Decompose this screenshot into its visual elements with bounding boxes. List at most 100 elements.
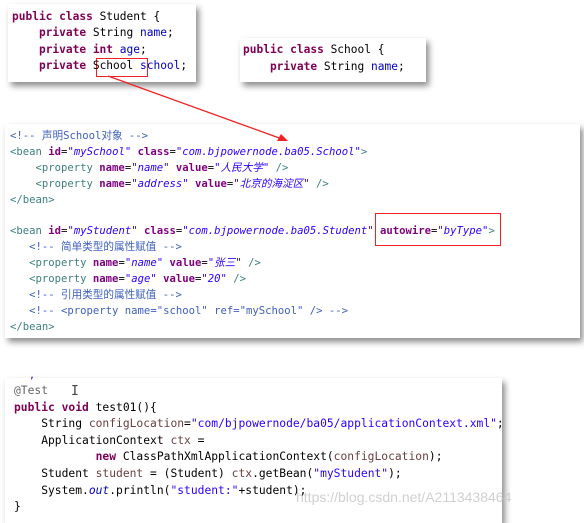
code-token: "com.bjpowernode.ba05.School" — [175, 145, 361, 158]
code-token: private int — [12, 42, 120, 56]
code-token: "student:" — [170, 483, 239, 497]
code-token: student — [95, 467, 144, 480]
code-line: private int age; — [12, 42, 147, 58]
code-token: <bean — [10, 225, 49, 238]
code-token: Student — [14, 467, 96, 480]
code-token: ; — [397, 59, 405, 73]
code-token: "myStudent" — [313, 467, 389, 480]
code-token: /> — [233, 273, 247, 286]
code-line: <!-- 声明School对象 --> — [10, 128, 148, 144]
code-line: @Test — [14, 383, 48, 399]
code-token: private — [12, 26, 93, 40]
code-token: } — [14, 500, 21, 514]
code-token: public class — [243, 43, 331, 56]
code-line: <bean id="myStudent" class="com.bjpowern… — [10, 223, 495, 239]
code-token: ; — [180, 58, 188, 72]
code-token: "mySchool" — [67, 145, 138, 158]
code-token: name — [99, 177, 125, 190]
code-token: System. — [14, 483, 89, 497]
code-token: value — [194, 177, 227, 190]
code-token: configLocation — [88, 417, 185, 431]
code-token: value — [175, 161, 208, 174]
code-token: String — [92, 26, 140, 40]
code-line: <!-- <property name="school" ref="myScho… — [10, 303, 348, 319]
code-token: = (Student) — [143, 467, 232, 480]
code-token: test01(){ — [95, 400, 157, 414]
code-token: .println( — [109, 483, 171, 497]
code-token: <!-- <property name="school" ref="myScho… — [10, 304, 349, 317]
code-token: ; — [140, 42, 147, 56]
code-line: public class School { — [243, 42, 384, 58]
code-token: name — [92, 273, 119, 286]
code-token: Student { — [99, 10, 161, 23]
code-token: ; — [166, 26, 174, 40]
code-token: ); — [428, 450, 443, 464]
code-token: name — [370, 59, 398, 73]
code-token: ApplicationContext — [14, 433, 171, 447]
code-token: @Test — [14, 384, 49, 397]
code-token: "com.bjpowernode.ba05.Student" — [182, 225, 380, 238]
code-token: name — [92, 257, 119, 270]
code-token: "byType" — [437, 225, 489, 238]
code-token: +student); — [238, 483, 307, 497]
code-line: Student student = (Student) ctx.getBean(… — [14, 466, 402, 482]
code-token: = — [184, 417, 191, 431]
code-token: </bean> — [10, 193, 55, 206]
code-token: "北京的海淀区" — [233, 177, 316, 190]
code-token: School { — [330, 43, 385, 56]
code-token: id — [48, 145, 62, 158]
code-token: <property — [10, 257, 93, 270]
code-line: <property name="age" value="20" /> — [10, 271, 246, 287]
code-token: String — [14, 417, 89, 431]
code-token: "name" — [131, 161, 176, 174]
code-token: "com/bjpowernode/ba05/applicationContext… — [190, 417, 497, 431]
code-token: out — [88, 483, 110, 497]
code-token: <!-- 声明School对象 --> — [10, 130, 149, 142]
code-line: </bean> — [10, 319, 55, 335]
code-line: </bean> — [10, 192, 55, 208]
code-line: private String name; — [12, 25, 174, 41]
code-token: /> — [315, 177, 329, 190]
stray-mark: , — [29, 370, 36, 381]
code-token: ClassPathXmlApplicationContext( — [122, 450, 334, 464]
code-line: String configLocation="com/bjpowernode/b… — [14, 416, 504, 432]
code-line: <property name="address" value="北京的海淀区" … — [10, 176, 329, 192]
code-token: configLocation — [333, 450, 429, 464]
code-token: autowire — [379, 225, 432, 238]
text-cursor-icon: I — [71, 384, 79, 399]
code-token: "人民大学" — [214, 161, 276, 174]
code-line: new ClassPathXmlApplicationContext(confi… — [14, 449, 443, 465]
code-token: private — [243, 59, 324, 73]
code-token: public class — [12, 10, 100, 23]
code-token: class — [137, 145, 170, 158]
code-token: "20" — [201, 273, 234, 286]
code-token: "张三" — [207, 257, 249, 270]
code-line: private String name; — [243, 59, 405, 75]
code-line: ApplicationContext ctx = — [14, 433, 204, 449]
code-token: school — [133, 58, 181, 72]
code-token: ); — [388, 467, 402, 480]
code-token: <!-- 引用类型的属性赋值 --> — [10, 289, 182, 301]
code-token: id — [48, 225, 62, 238]
code-token: > — [488, 225, 495, 238]
code-token: /> — [275, 161, 289, 174]
code-line: <bean id="mySchool" class="com.bjpowerno… — [10, 144, 367, 160]
code-token: > — [360, 145, 368, 158]
code-line: } — [14, 499, 21, 515]
code-line: <property name="name" value="人民大学" /> — [10, 160, 289, 176]
code-token: String — [323, 59, 371, 73]
code-token: value — [169, 257, 202, 270]
code-token: public void — [14, 400, 96, 414]
code-line: <property name="name" value="张三" /> — [10, 255, 261, 271]
watermark: https://blog.csdn.net/A2113438464 — [296, 489, 512, 505]
code-line: public class Student { — [12, 9, 160, 25]
code-token: name — [99, 161, 125, 174]
code-token: /> — [248, 257, 261, 270]
code-line: public void test01(){ — [14, 400, 157, 416]
code-token: "myStudent" — [67, 225, 144, 238]
code-token: "address" — [131, 177, 195, 190]
code-token: ctx — [231, 467, 253, 480]
code-token: <!-- 简单类型的属性赋值 --> — [10, 241, 182, 254]
code-token: ; — [496, 417, 504, 431]
code-token: class — [143, 225, 176, 238]
